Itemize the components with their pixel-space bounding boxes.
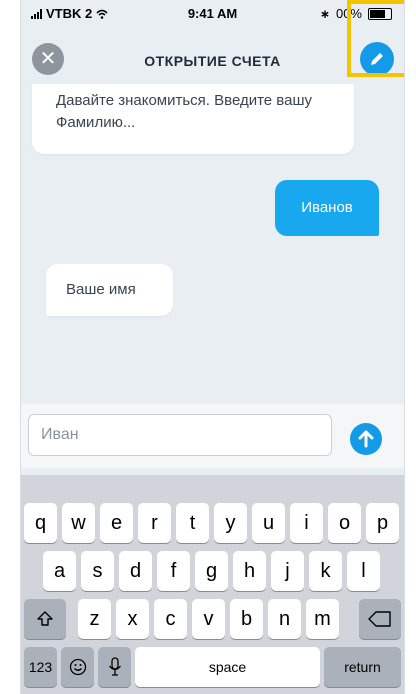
bluetooth-icon: ∗ [319, 6, 330, 21]
key-k[interactable]: k [309, 551, 342, 591]
key-j[interactable]: j [271, 551, 304, 591]
key-y[interactable]: y [214, 503, 247, 543]
key-x[interactable]: x [116, 599, 149, 639]
numbers-key[interactable]: 123 [24, 647, 57, 687]
key-c[interactable]: c [154, 599, 187, 639]
key-w[interactable]: w [62, 503, 95, 543]
bot-message: Ваше имя [46, 264, 173, 316]
microphone-icon [108, 657, 121, 676]
user-message: Иванов [275, 180, 379, 236]
input-area: Иван [21, 404, 404, 468]
key-l[interactable]: l [347, 551, 380, 591]
key-s[interactable]: s [81, 551, 114, 591]
key-e[interactable]: e [100, 503, 133, 543]
emoji-key[interactable] [61, 647, 94, 687]
edit-button[interactable] [360, 42, 394, 76]
key-m[interactable]: m [306, 599, 339, 639]
message-input[interactable]: Иван [28, 414, 332, 456]
key-o[interactable]: o [328, 503, 361, 543]
keyboard: qwertyuiop asdfghjkl zxcvbnm 123 space r… [21, 475, 404, 694]
key-v[interactable]: v [192, 599, 225, 639]
key-g[interactable]: g [195, 551, 228, 591]
pencil-icon [371, 53, 383, 65]
backspace-key[interactable] [359, 599, 401, 639]
shift-icon [37, 611, 53, 626]
battery-percent: 00% [335, 6, 362, 21]
key-h[interactable]: h [233, 551, 266, 591]
key-f[interactable]: f [157, 551, 190, 591]
key-a[interactable]: a [43, 551, 76, 591]
battery-icon [368, 7, 392, 20]
space-key[interactable]: space [135, 647, 320, 687]
key-u[interactable]: u [252, 503, 285, 543]
arrow-up-icon [358, 430, 374, 448]
key-t[interactable]: t [176, 503, 209, 543]
status-bar: VTBK 2 9:41 AM ∗ 00% [21, 0, 404, 26]
page-title: ОТКРЫТИЕ СЧЕТА [144, 53, 281, 69]
return-key[interactable]: return [324, 647, 401, 687]
key-d[interactable]: d [119, 551, 152, 591]
bot-message: Давайте знакомиться. Введите вашу Фамили… [32, 84, 354, 154]
emoji-icon [69, 658, 86, 676]
shift-key[interactable] [24, 599, 66, 639]
header: ✕ ОТКРЫТИЕ СЧЕТА [21, 26, 404, 86]
backspace-icon [368, 611, 391, 627]
key-n[interactable]: n [268, 599, 301, 639]
key-i[interactable]: i [290, 503, 323, 543]
phone-screen: VTBK 2 9:41 AM ∗ 00% ✕ ОТКРЫТИЕ СЧЕТА Да… [20, 0, 405, 694]
key-q[interactable]: q [24, 503, 57, 543]
status-right: ∗ 00% [320, 6, 392, 21]
microphone-key[interactable] [98, 647, 131, 687]
send-button[interactable] [350, 423, 382, 455]
key-b[interactable]: b [230, 599, 263, 639]
key-z[interactable]: z [78, 599, 111, 639]
key-p[interactable]: p [366, 503, 399, 543]
key-r[interactable]: r [138, 503, 171, 543]
